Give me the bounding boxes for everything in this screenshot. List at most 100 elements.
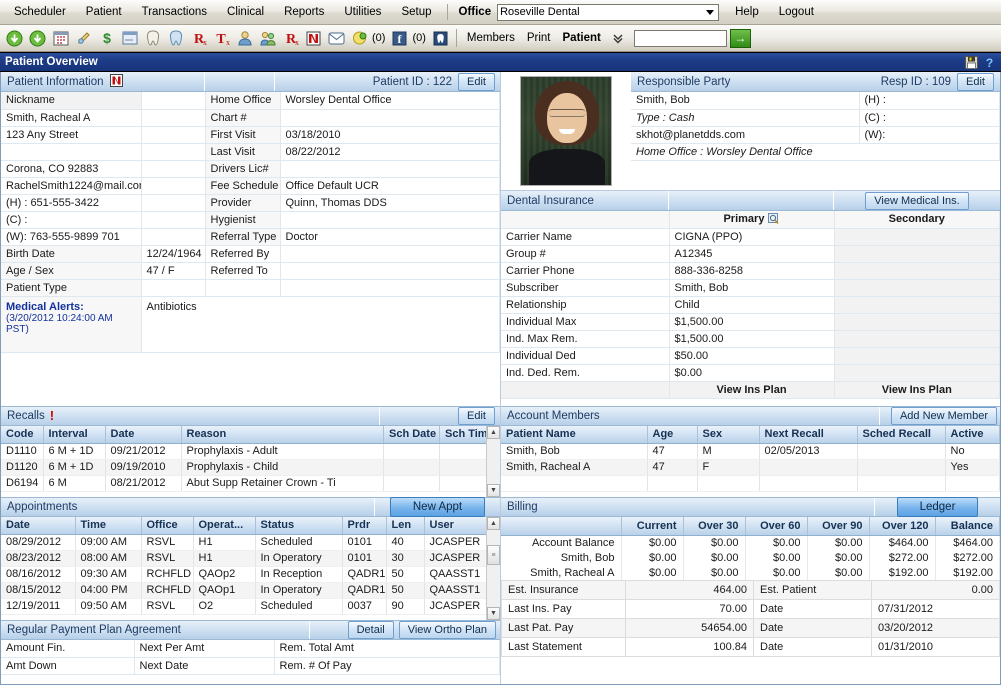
table-row[interactable]: 08/29/2012 09:00 AM RSVL H1 Scheduled 01… xyxy=(1,534,500,550)
office-select[interactable]: Roseville Dental xyxy=(497,4,719,21)
scroll-down-icon[interactable]: ▼ xyxy=(487,484,500,497)
member-name[interactable]: Smith, Bob xyxy=(501,443,647,459)
appt-col-prdr[interactable]: Prdr xyxy=(342,517,386,534)
view-medical-ins-button[interactable]: View Medical Ins. xyxy=(865,192,968,210)
appt-date[interactable]: 08/23/2012 xyxy=(1,550,75,566)
appt-col-time[interactable]: Time xyxy=(75,517,141,534)
scroll-down-icon[interactable]: ▼ xyxy=(487,607,500,620)
members-col-patient-name[interactable]: Patient Name xyxy=(501,426,647,443)
appt-date[interactable]: 08/29/2012 xyxy=(1,534,75,550)
insurance-primary-header[interactable]: Primary xyxy=(669,211,834,228)
rx-red-icon[interactable]: Rx xyxy=(280,28,301,49)
chevron-down-double-icon[interactable] xyxy=(608,28,629,49)
patient-search-input[interactable] xyxy=(634,30,727,47)
pi-link-referred-by[interactable]: Referred By xyxy=(205,245,280,262)
recalls-edit-button[interactable]: Edit xyxy=(458,407,495,425)
toolbar-patient[interactable]: Patient xyxy=(557,30,607,46)
patient-edit-button[interactable]: Edit xyxy=(458,73,495,91)
toolbar-print[interactable]: Print xyxy=(521,30,557,46)
table-row[interactable]: D1110 6 M + 1D 09/21/2012 Prophylaxis - … xyxy=(1,443,500,459)
rx-prescription-icon[interactable]: Rx xyxy=(188,28,209,49)
scrollbar-thumb[interactable]: ≡ xyxy=(487,545,500,565)
recalls-col-interval[interactable]: Interval xyxy=(43,426,105,443)
appt-time[interactable]: 08:00 AM xyxy=(75,550,141,566)
table-row[interactable]: 08/23/2012 08:00 AM RSVL H1 In Operatory… xyxy=(1,550,500,566)
pi-link-referred-to[interactable]: Referred To xyxy=(205,262,280,279)
table-row[interactable]: 08/15/2012 04:00 PM RCHFLD QAOp1 In Oper… xyxy=(1,582,500,598)
view-ins-plan-primary-link[interactable]: View Ins Plan xyxy=(669,381,834,398)
forward-arrow-icon[interactable] xyxy=(27,28,48,49)
table-row[interactable]: 08/16/2012 09:30 AM RCHFLD QAOp2 In Rece… xyxy=(1,566,500,582)
card-icon[interactable] xyxy=(119,28,140,49)
recalls-col-reason[interactable]: Reason xyxy=(181,426,384,443)
menu-help[interactable]: Help xyxy=(725,3,769,21)
recalls-col-sch-date[interactable]: Sch Date xyxy=(384,426,440,443)
appt-date[interactable]: 08/16/2012 xyxy=(1,566,75,582)
table-row[interactable]: D6194 6 M 08/21/2012 Abut Supp Retainer … xyxy=(1,475,500,491)
recalls-col-code[interactable]: Code xyxy=(1,426,43,443)
back-arrow-icon[interactable] xyxy=(4,28,25,49)
view-ortho-plan-button[interactable]: View Ortho Plan xyxy=(399,621,496,639)
family-group-icon[interactable] xyxy=(257,28,278,49)
table-row[interactable]: Smith, Racheal A 47 F Yes xyxy=(501,459,1000,475)
view-ins-plan-secondary-link[interactable]: View Ins Plan xyxy=(834,381,1000,398)
appt-col-date[interactable]: Date xyxy=(1,517,75,534)
save-disk-icon[interactable] xyxy=(964,55,978,69)
new-appt-button[interactable]: New Appt xyxy=(390,497,485,517)
appt-time[interactable]: 09:30 AM xyxy=(75,566,141,582)
appt-time[interactable]: 04:00 PM xyxy=(75,582,141,598)
toolbar-members[interactable]: Members xyxy=(461,30,521,46)
scroll-up-icon[interactable]: ▲ xyxy=(487,517,500,530)
help-question-icon[interactable]: ? xyxy=(982,55,996,69)
menu-setup[interactable]: Setup xyxy=(391,3,441,21)
member-name[interactable]: Smith, Racheal A xyxy=(501,459,647,475)
appt-time[interactable]: 09:50 AM xyxy=(75,598,141,614)
recalls-scrollbar[interactable]: ▲ ▼ xyxy=(486,426,500,497)
magnifier-icon[interactable] xyxy=(768,213,780,225)
email-icon[interactable] xyxy=(326,28,347,49)
scroll-up-icon[interactable]: ▲ xyxy=(487,426,500,439)
appointments-scrollbar[interactable]: ▲ ≡ ▼ xyxy=(486,517,500,620)
tooth-perio-icon[interactable] xyxy=(165,28,186,49)
menu-scheduler[interactable]: Scheduler xyxy=(4,3,76,21)
menu-reports[interactable]: Reports xyxy=(274,3,334,21)
members-col-next-recall[interactable]: Next Recall xyxy=(759,426,857,443)
members-col-sex[interactable]: Sex xyxy=(697,426,759,443)
search-go-button[interactable]: → xyxy=(730,29,751,48)
members-col-active[interactable]: Active xyxy=(945,426,1000,443)
members-col-age[interactable]: Age xyxy=(647,426,697,443)
menu-utilities[interactable]: Utilities xyxy=(334,3,391,21)
appt-col-status[interactable]: Status xyxy=(255,517,342,534)
edit-pencil-icon[interactable] xyxy=(73,28,94,49)
notes-flag-icon[interactable] xyxy=(110,74,123,90)
menu-transactions[interactable]: Transactions xyxy=(132,3,217,21)
appt-time[interactable]: 09:00 AM xyxy=(75,534,141,550)
menu-logout[interactable]: Logout xyxy=(769,3,824,21)
table-row[interactable]: 12/19/2011 09:50 AM RSVL O2 Scheduled 00… xyxy=(1,598,500,614)
money-icon[interactable]: $ xyxy=(96,28,117,49)
recalls-col-date[interactable]: Date xyxy=(105,426,181,443)
menu-patient[interactable]: Patient xyxy=(76,3,132,21)
appt-date[interactable]: 08/15/2012 xyxy=(1,582,75,598)
tooth-chart-icon[interactable] xyxy=(142,28,163,49)
table-row[interactable]: D1120 6 M + 1D 09/19/2010 Prophylaxis - … xyxy=(1,459,500,475)
di-primary-carrier-name[interactable]: CIGNA (PPO) xyxy=(669,228,834,245)
treatment-plan-icon[interactable]: Tx xyxy=(211,28,232,49)
alert-bubble-icon[interactable] xyxy=(349,28,370,49)
messages-icon[interactable]: f xyxy=(389,28,410,49)
responsible-party-edit-button[interactable]: Edit xyxy=(957,73,994,91)
appt-col-len[interactable]: Len xyxy=(386,517,424,534)
ledger-button[interactable]: Ledger xyxy=(897,497,979,517)
calendar-icon[interactable] xyxy=(50,28,71,49)
notes-icon[interactable] xyxy=(303,28,324,49)
appt-date[interactable]: 12/19/2011 xyxy=(1,598,75,614)
members-col-sched-recall[interactable]: Sched Recall xyxy=(857,426,945,443)
patient-person-icon[interactable] xyxy=(234,28,255,49)
insurance-secondary-label[interactable]: Secondary xyxy=(834,211,1000,228)
add-new-member-button[interactable]: Add New Member xyxy=(891,407,997,425)
appt-col-office[interactable]: Office xyxy=(141,517,193,534)
appt-col-operatory[interactable]: Operat... xyxy=(193,517,255,534)
imaging-icon[interactable] xyxy=(430,28,451,49)
menu-clinical[interactable]: Clinical xyxy=(217,3,274,21)
table-row[interactable]: Smith, Bob 47 M 02/05/2013 No xyxy=(501,443,1000,459)
